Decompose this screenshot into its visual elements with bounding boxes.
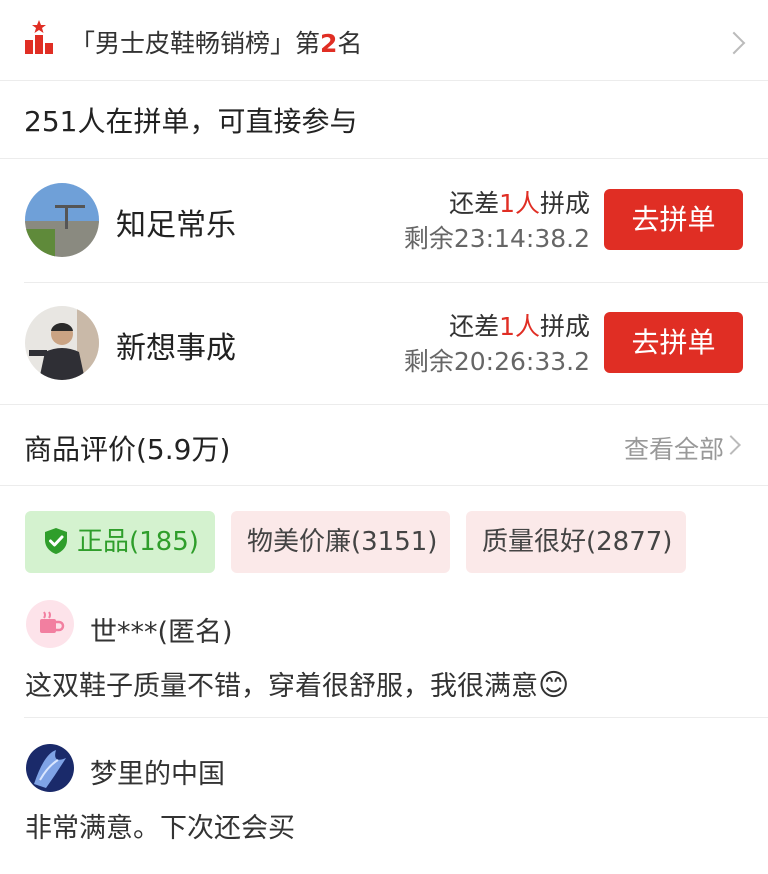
reviewer-name: 世***(匿名) <box>90 617 233 648</box>
group-need-text: 还差1人拼成 <box>449 312 590 341</box>
review-text: 非常满意。下次还会买 <box>25 813 295 844</box>
reviewer-avatar <box>26 600 74 648</box>
reviewer-avatar <box>26 744 74 792</box>
join-group-button[interactable]: 去拼单 <box>604 312 743 373</box>
cup-icon <box>40 611 65 633</box>
reviewer-name: 梦里的中国 <box>90 759 225 790</box>
group-buy-header: 251人在拼单，可直接参与 <box>24 105 358 138</box>
review-tag[interactable]: 质量很好(2877) <box>466 511 686 573</box>
group-countdown: 剩余23:14:38.2 <box>403 224 590 253</box>
ranking-row[interactable]: 「男士皮鞋畅销榜」第2名 <box>0 0 768 80</box>
divider <box>24 717 768 718</box>
review-tag[interactable]: 物美价廉(3151) <box>231 511 450 573</box>
smile-emoji-icon: 😊 <box>538 668 570 703</box>
ranking-chart-icon <box>25 20 53 54</box>
divider <box>0 485 768 486</box>
chevron-right-icon <box>722 31 746 55</box>
divider <box>0 158 768 159</box>
ranking-label: 「男士皮鞋畅销榜」第2名 <box>70 29 363 58</box>
join-group-button[interactable]: 去拼单 <box>604 189 743 250</box>
view-all-link[interactable]: 查看全部 <box>624 430 724 466</box>
group-countdown: 剩余20:26:33.2 <box>403 347 590 376</box>
divider <box>0 404 768 405</box>
review-text: 这双鞋子质量不错，穿着很舒服，我很满意😊 <box>25 668 570 703</box>
avatar <box>25 183 99 257</box>
divider <box>0 80 768 81</box>
group-leader-name: 知足常乐 <box>116 208 236 243</box>
chevron-right-icon <box>721 435 741 455</box>
shield-check-icon <box>45 528 67 554</box>
group-need-text: 还差1人拼成 <box>449 189 590 218</box>
divider <box>24 282 768 283</box>
avatar <box>25 306 99 380</box>
reviews-title: 商品评价(5.9万) <box>24 433 231 466</box>
review-tag-genuine[interactable]: 正品(185) <box>25 511 215 573</box>
group-leader-name: 新想事成 <box>116 331 236 366</box>
